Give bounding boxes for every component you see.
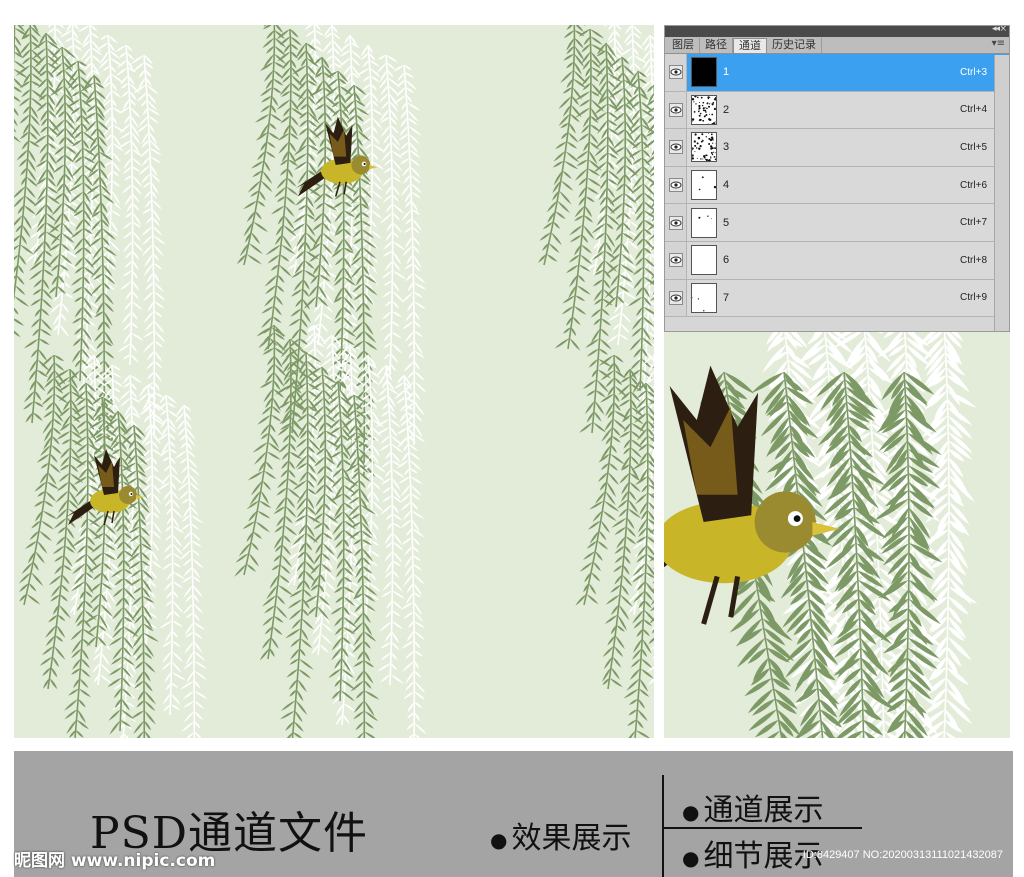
channel-name: 7 (723, 291, 730, 304)
channel-name: 1 (723, 66, 730, 79)
channel-row[interactable]: 5 Ctrl+7 (665, 204, 1009, 242)
bullet-icon: ● (682, 845, 700, 870)
channel-thumbnail (691, 170, 717, 201)
bullet-icon: ● (490, 827, 508, 852)
willow-branch (234, 324, 287, 577)
pattern-preview (14, 25, 654, 738)
channel-shortcut: Ctrl+6 (960, 179, 987, 191)
visibility-eye-icon[interactable] (665, 279, 687, 317)
channel-row[interactable]: 1 Ctrl+3 (665, 54, 1009, 92)
channel-row[interactable]: 3 Ctrl+5 (665, 129, 1009, 167)
channel-name: 5 (723, 216, 730, 229)
visibility-eye-icon[interactable] (665, 129, 687, 166)
visibility-eye-icon[interactable] (665, 204, 687, 241)
tab-paths[interactable]: 路径 (700, 38, 733, 53)
visibility-eye-icon[interactable] (665, 91, 687, 129)
effect-display-item: ● 效果展示 (490, 813, 631, 857)
willow-branch (236, 25, 287, 266)
panel-titlebar: ◂◂ × (665, 26, 1009, 37)
willow-branch (115, 44, 144, 366)
panel-scrollbar[interactable] (994, 55, 1009, 331)
willow-branch (375, 364, 406, 686)
channel-shortcut: Ctrl+5 (960, 141, 987, 153)
channel-display-item: ● 通道展示 (682, 785, 823, 829)
channel-shortcut: Ctrl+3 (960, 66, 987, 78)
visibility-eye-icon[interactable] (665, 166, 687, 204)
panel-menu-icon[interactable]: ▾≡ (992, 38, 1005, 49)
channel-thumbnail (691, 94, 717, 125)
channel-row[interactable]: 2 Ctrl+4 (665, 91, 1009, 130)
effect-display-label: 效果展示 (511, 821, 632, 856)
channel-name: 2 (723, 103, 730, 116)
vertical-divider (662, 775, 664, 877)
channel-shortcut: Ctrl+8 (960, 254, 987, 266)
collapse-icon[interactable]: ◂◂ (992, 26, 1000, 34)
channel-row[interactable]: 7 Ctrl+9 (665, 279, 1009, 318)
channel-row[interactable]: 4 Ctrl+6 (665, 166, 1009, 205)
visibility-eye-icon[interactable] (665, 241, 687, 279)
willow-pattern-artwork (14, 25, 654, 738)
channel-name: 6 (723, 254, 730, 267)
willow-branch (376, 54, 407, 376)
willow-branch (393, 374, 427, 738)
willow-branch (916, 332, 978, 738)
panel-tabs: 图层 路径 通道 历史记录 ▾≡ (665, 37, 1009, 54)
willow-branch (174, 404, 208, 738)
channel-shortcut: Ctrl+4 (960, 104, 987, 116)
channel-display-label: 通道展示 (703, 793, 824, 828)
tab-channels[interactable]: 通道 (733, 38, 767, 53)
close-icon[interactable]: × (999, 26, 1007, 34)
channel-thumbnail (691, 207, 717, 238)
site-watermark: 昵图网 www.nipic.com (14, 851, 216, 871)
channel-thumbnail (691, 282, 717, 313)
channel-list: 1 Ctrl+3 2 Ctrl+4 3 Ctrl+5 4 Ctrl+6 5 Ctrl+7 6 Ctrl… (665, 54, 1009, 318)
willow-branch (538, 25, 587, 266)
channel-thumbnail (691, 132, 717, 163)
bullet-icon: ● (682, 799, 700, 824)
info-banner: PSD通道文件 ● 效果展示 ● 通道展示 ● 细节展示 昵图网 www.nipic.… (14, 751, 1013, 877)
tab-history[interactable]: 历史记录 (767, 38, 822, 53)
channel-name: 4 (723, 179, 730, 192)
id-watermark: ID:8429407 NO:20200313111021432087 (802, 849, 1003, 861)
visibility-eye-icon[interactable] (665, 54, 687, 91)
channel-thumbnail (691, 245, 717, 276)
detail-preview (664, 332, 1010, 738)
tab-layers[interactable]: 图层 (667, 38, 700, 53)
channel-name: 3 (723, 141, 730, 154)
channel-shortcut: Ctrl+7 (960, 217, 987, 229)
channels-panel: ◂◂ × 图层 路径 通道 历史记录 ▾≡ 1 Ctrl+3 2 Ctrl+4 3 Ctr… (664, 25, 1010, 332)
channel-thumbnail (691, 57, 717, 88)
detail-artwork (664, 332, 978, 738)
channel-shortcut: Ctrl+9 (960, 292, 987, 304)
willow-branch (157, 394, 186, 716)
channel-row[interactable]: 6 Ctrl+8 (665, 241, 1009, 280)
